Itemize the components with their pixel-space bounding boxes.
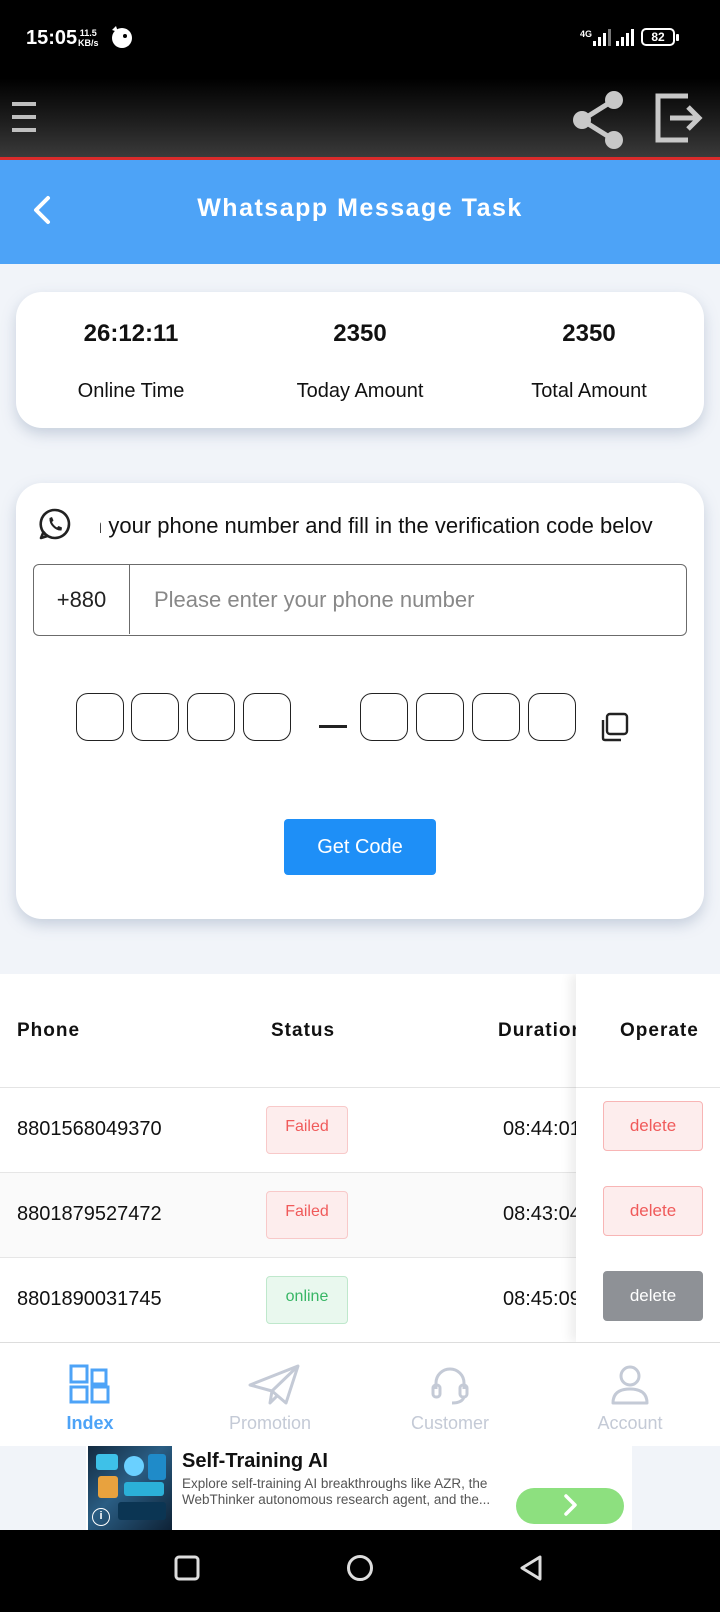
operate-column: Operate delete delete delete <box>576 974 720 1342</box>
status-badge: online <box>266 1276 348 1324</box>
phone-cell: 8801879527472 <box>17 1203 162 1225</box>
share-icon[interactable] <box>568 88 628 150</box>
tab-label: Customer <box>410 1413 490 1433</box>
phone-cell: 8801568049370 <box>17 1118 162 1140</box>
code-box-1[interactable] <box>76 693 124 741</box>
code-box-4[interactable] <box>243 693 291 741</box>
grid-icon <box>69 1364 110 1404</box>
tab-customer[interactable]: Customer <box>360 1343 540 1447</box>
code-separator <box>319 725 347 728</box>
ad-go-button[interactable] <box>516 1488 624 1524</box>
tab-label: Index <box>66 1413 114 1433</box>
stat-label: Online Time <box>77 380 185 402</box>
get-code-button[interactable]: Get Code <box>284 819 436 875</box>
code-box-6[interactable] <box>416 693 464 741</box>
stat-value: 2350 <box>562 320 616 347</box>
code-box-7[interactable] <box>472 693 520 741</box>
speed-unit: KB/s <box>78 38 99 48</box>
delete-button[interactable]: delete <box>603 1101 703 1151</box>
copy-icon[interactable] <box>598 711 630 743</box>
home-icon[interactable] <box>346 1554 374 1582</box>
operate-header: Operate <box>576 974 720 1088</box>
tab-index[interactable]: Index <box>0 1343 180 1447</box>
stats-card: 26:12:11 Online Time 2350 Today Amount 2… <box>16 292 704 428</box>
status-badge: Failed <box>266 1191 348 1239</box>
stat-label: Today Amount <box>296 380 424 402</box>
column-header-status: Status <box>271 1020 336 1041</box>
code-box-3[interactable] <box>187 693 235 741</box>
signal-icon-sim2 <box>616 29 634 46</box>
ad-banner[interactable]: i Self-Training AI Explore self-training… <box>86 1446 632 1530</box>
delete-button[interactable]: delete <box>603 1271 703 1321</box>
whatsapp-icon <box>39 508 71 540</box>
speed-value: 11.5 <box>79 28 97 38</box>
bottom-tab-bar: Index Promotion Customer Account <box>0 1342 720 1446</box>
battery-indicator: 82 <box>641 28 679 46</box>
task-table: Phone Status Duration 8801568049370 Fail… <box>0 974 720 1342</box>
country-code[interactable]: +880 <box>34 565 130 634</box>
instruction-marquee: n your phone number and fill in the veri… <box>100 513 694 543</box>
menu-icon[interactable] <box>12 100 38 134</box>
chevron-right-icon <box>564 1493 577 1516</box>
phone-input[interactable] <box>132 565 684 634</box>
code-box-5[interactable] <box>360 693 408 741</box>
ad-info-icon[interactable]: i <box>92 1508 110 1526</box>
signal-icon <box>593 29 611 46</box>
back-icon[interactable] <box>518 1554 544 1582</box>
status-badge: Failed <box>266 1106 348 1154</box>
stat-label: Total Amount <box>531 380 647 402</box>
column-header-operate: Operate <box>620 1020 699 1041</box>
system-nav-bar <box>0 1530 720 1612</box>
instruction-text: n your phone number and fill in the veri… <box>100 513 653 538</box>
exit-icon[interactable] <box>652 92 704 144</box>
code-box-2[interactable] <box>131 693 179 741</box>
status-bar: 15:05 11.5 KB/s 4G 82 <box>0 0 720 78</box>
code-box-8[interactable] <box>528 693 576 741</box>
delete-button[interactable]: delete <box>603 1186 703 1236</box>
tab-label: Promotion <box>228 1413 312 1433</box>
ad-title: Self-Training AI <box>182 1450 328 1472</box>
recents-icon[interactable] <box>174 1554 200 1582</box>
tab-account[interactable]: Account <box>540 1343 720 1447</box>
headset-icon <box>431 1367 469 1405</box>
phone-input-group: +880 <box>33 564 687 636</box>
page-header: Whatsapp Message Task <box>0 160 720 264</box>
tab-label: Account <box>597 1413 663 1433</box>
app-toolbar <box>0 78 720 160</box>
column-header-duration: Duration <box>498 1020 585 1041</box>
network-type: 4G <box>580 29 593 39</box>
verification-card: n your phone number and fill in the veri… <box>16 483 704 919</box>
page-title: Whatsapp Message Task <box>197 194 523 222</box>
paper-plane-icon <box>248 1364 300 1405</box>
stat-value: 26:12:11 <box>83 320 179 347</box>
ad-description: Explore self-training AI breakthroughs l… <box>182 1476 491 1507</box>
notification-app-icon <box>112 26 132 48</box>
status-time: 15:05 <box>26 27 78 49</box>
tab-promotion[interactable]: Promotion <box>180 1343 360 1447</box>
column-header-phone: Phone <box>17 1020 81 1041</box>
phone-cell: 8801890031745 <box>17 1288 162 1310</box>
user-icon <box>611 1365 649 1405</box>
network-speed: 11.5 KB/s <box>78 28 99 48</box>
stat-value: 2350 <box>333 320 387 347</box>
